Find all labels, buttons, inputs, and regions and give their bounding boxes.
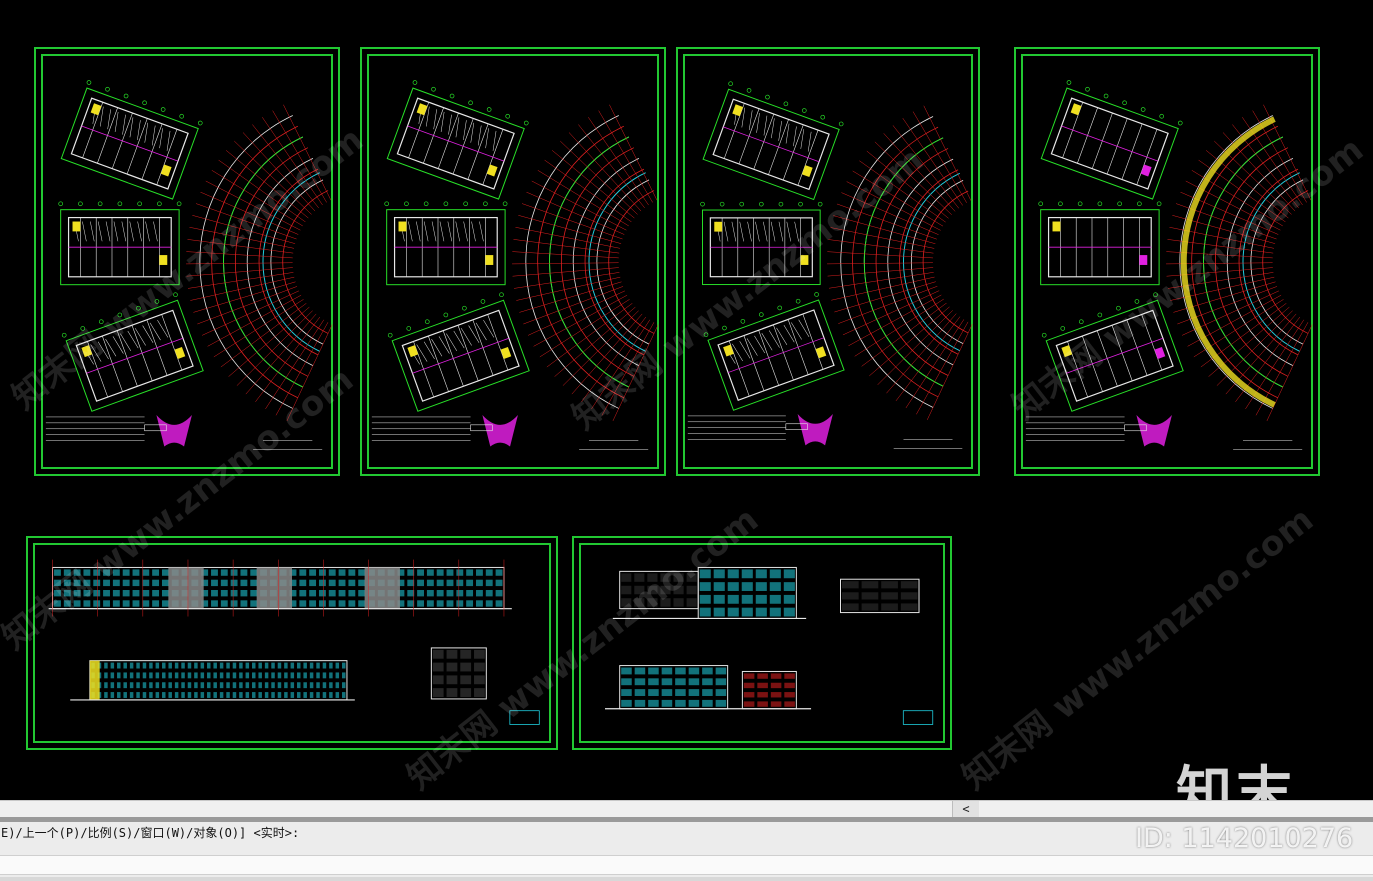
sheet-elevation-2[interactable] (572, 536, 952, 750)
command-history-text: E)/上一个(P)/比例(S)/窗口(W)/对象(O)] <实时>: (1, 826, 300, 840)
command-line-divider (0, 817, 1373, 822)
scroll-left-button[interactable]: < (952, 801, 979, 817)
command-input[interactable] (0, 855, 1373, 875)
brand-logo: 知末 (1176, 761, 1296, 800)
horizontal-scrollbar[interactable]: < (0, 800, 1373, 817)
sheet-floor-plan-3[interactable] (676, 47, 980, 476)
image-id-label: ID: 1142010276 (1135, 823, 1354, 854)
status-bar (0, 877, 1373, 881)
floor-plan-3-drawing (687, 81, 973, 449)
drawing-canvas[interactable]: 知末网 www.znzmo.com 知末网 www.znzmo.com 知末网 … (0, 0, 1373, 800)
elevation-2-drawing (604, 566, 934, 725)
